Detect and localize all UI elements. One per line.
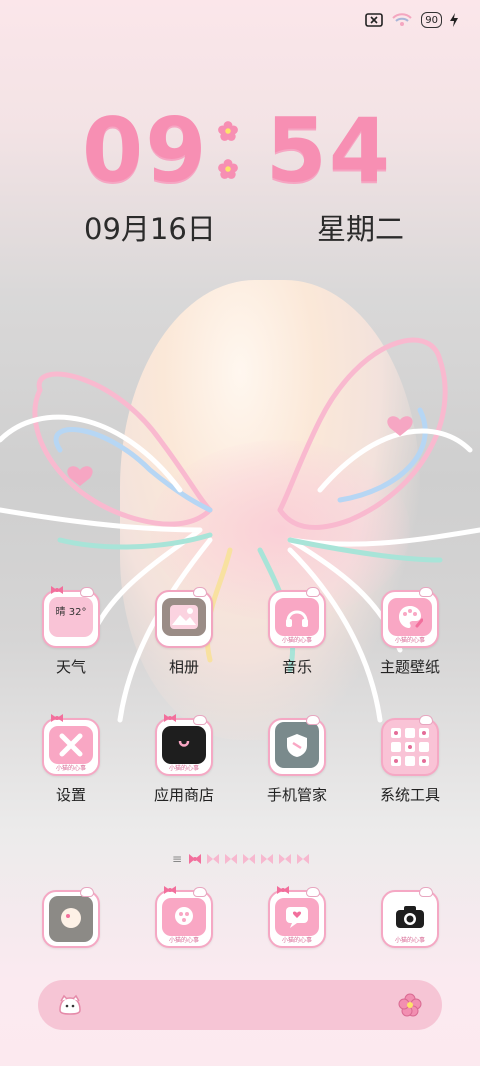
- app-system-tools[interactable]: 系统工具: [370, 715, 450, 805]
- clock-widget[interactable]: 09 54: [82, 99, 402, 202]
- page-dot[interactable]: [206, 854, 220, 864]
- sim-off-icon: [365, 13, 384, 27]
- app-label: 天气: [55, 658, 86, 676]
- phone-manager-icon: [268, 715, 326, 776]
- page-dot[interactable]: [224, 854, 238, 864]
- music-icon: 小猫的心事: [268, 587, 326, 648]
- cat-paw-icon[interactable]: [56, 991, 84, 1019]
- clock-hours: 09: [82, 98, 209, 202]
- app-music[interactable]: 小猫的心事 音乐: [257, 587, 337, 677]
- page-indicator[interactable]: ≡: [172, 852, 310, 866]
- page-dot-active[interactable]: [188, 854, 202, 864]
- flower-icon: [217, 121, 238, 141]
- flower-app-icon: 小猫的心事: [155, 886, 213, 948]
- charging-icon: [450, 13, 458, 27]
- status-bar: 90: [365, 12, 458, 28]
- app-label: 系统工具: [379, 786, 440, 804]
- clock-minutes: 54: [265, 98, 393, 202]
- icon-tag: 小猫的心事: [281, 937, 312, 944]
- icon-tag: 小猫的心事: [281, 637, 312, 644]
- page-dot[interactable]: [260, 854, 274, 864]
- page-dot[interactable]: [242, 854, 256, 864]
- app-label: 手机管家: [266, 786, 327, 804]
- app-gallery[interactable]: 相册: [144, 587, 224, 677]
- app-label: 主题壁纸: [379, 658, 440, 676]
- date-row: 09月16日 星期二: [84, 206, 404, 248]
- clock-separator: [209, 104, 248, 196]
- photo-app-icon: [42, 887, 100, 948]
- wifi-icon: [391, 12, 413, 28]
- app-phone-manager[interactable]: 手机管家: [257, 715, 337, 805]
- app-label: 音乐: [281, 658, 312, 676]
- icon-tag: 小猫的心事: [394, 637, 425, 644]
- dock-bar[interactable]: [38, 980, 442, 1030]
- icon-tag: 小猫的心事: [168, 937, 199, 944]
- flower-button-icon[interactable]: [396, 991, 424, 1019]
- dock-app-photo[interactable]: [31, 887, 111, 948]
- app-settings[interactable]: 小猫的心事 设置: [31, 714, 111, 805]
- page-dot[interactable]: [296, 854, 310, 864]
- weather-icon: 晴 32°: [42, 586, 100, 648]
- gallery-icon: [155, 587, 213, 648]
- app-label: 相册: [168, 658, 199, 676]
- dock-app-camera[interactable]: 小猫的心事: [370, 887, 450, 948]
- dock-app-flower[interactable]: 小猫的心事: [144, 886, 224, 948]
- app-label: 设置: [55, 786, 86, 804]
- system-tools-icon: [381, 715, 439, 776]
- app-store[interactable]: 小猫的心事 应用商店: [144, 714, 224, 805]
- weekday-text: 星期二: [316, 212, 404, 246]
- app-label: 应用商店: [153, 786, 214, 804]
- camera-app-icon: 小猫的心事: [381, 887, 439, 948]
- messages-app-icon: 小猫的心事: [268, 886, 326, 948]
- icon-tag: 小猫的心事: [55, 765, 86, 772]
- date-text: 09月16日: [84, 212, 216, 246]
- app-store-icon: 小猫的心事: [155, 714, 213, 776]
- app-weather[interactable]: 晴 32° 天气: [31, 586, 111, 677]
- weather-detail: 晴 32°: [55, 607, 87, 618]
- menu-icon[interactable]: ≡: [172, 852, 182, 866]
- flower-icon: [217, 159, 238, 179]
- dock-app-messages[interactable]: 小猫的心事: [257, 886, 337, 948]
- page-dot[interactable]: [278, 854, 292, 864]
- settings-icon: 小猫的心事: [42, 714, 100, 776]
- icon-tag: 小猫的心事: [394, 937, 425, 944]
- icon-tag: 小猫的心事: [168, 765, 199, 772]
- app-theme[interactable]: 小猫的心事 主题壁纸: [370, 587, 450, 677]
- theme-icon: 小猫的心事: [381, 587, 439, 648]
- battery-icon: 90: [421, 12, 442, 28]
